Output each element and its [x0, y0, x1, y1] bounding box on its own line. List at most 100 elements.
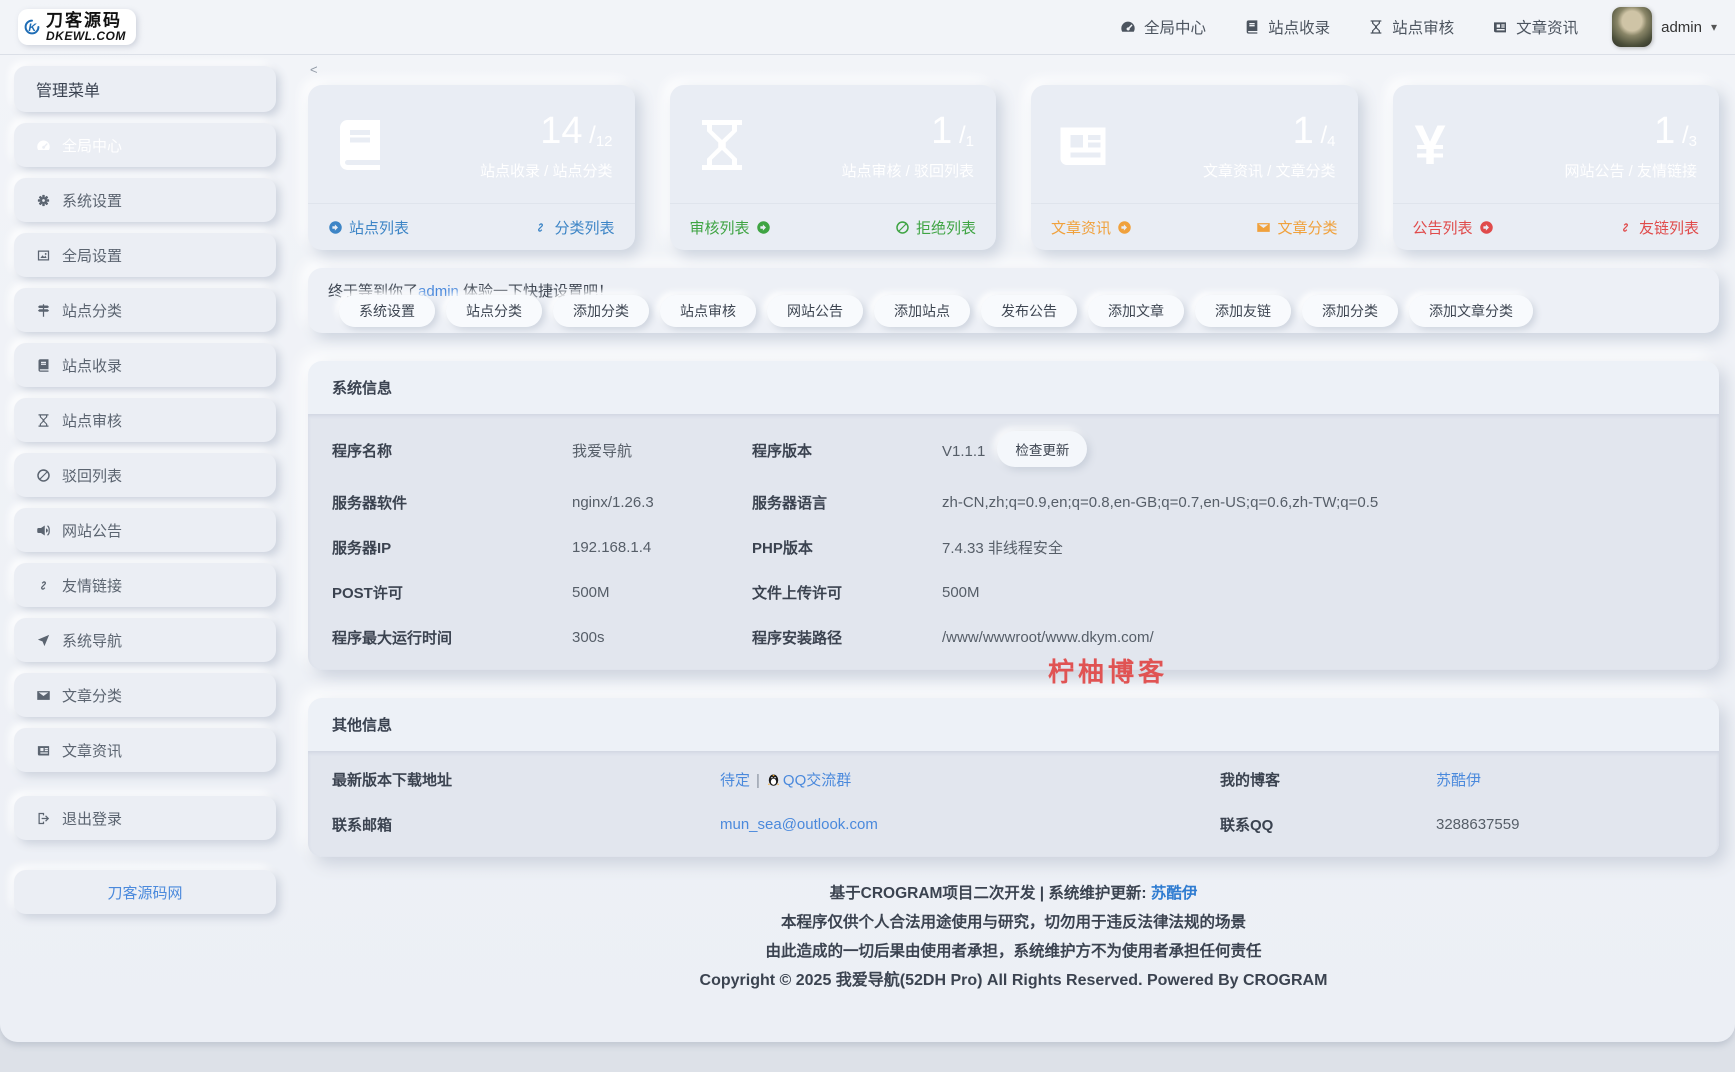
- sidebar-item-label: 文章资讯: [62, 740, 122, 761]
- system-info-row: 程序最大运行时间300s程序安装路径/www/wwwroot/www.dkym.…: [332, 615, 1695, 660]
- quick-button-11[interactable]: 添加文章分类: [1409, 295, 1533, 327]
- sidebar-item-article-news[interactable]: 文章资讯: [14, 728, 276, 772]
- link-icon: [1618, 220, 1633, 235]
- link-icon: [533, 220, 548, 235]
- info-label: PHP版本: [752, 537, 942, 558]
- quick-button-3[interactable]: 添加分类: [553, 295, 649, 327]
- info-value: 苏酷伊: [1436, 769, 1695, 790]
- sidebar-item-logout[interactable]: 退出登录: [14, 796, 276, 840]
- card-link-label: 公告列表: [1413, 217, 1473, 238]
- user-menu[interactable]: admin ▾: [1612, 7, 1717, 47]
- quick-button-10[interactable]: 添加分类: [1302, 295, 1398, 327]
- info-link[interactable]: 待定: [720, 772, 750, 789]
- quick-button-7[interactable]: 发布公告: [981, 295, 1077, 327]
- sidebar-item-site-review[interactable]: 站点审核: [14, 398, 276, 442]
- info-label: 联系邮箱: [332, 814, 720, 835]
- penguin-icon: [766, 772, 781, 787]
- bullhorn-icon: [36, 523, 51, 538]
- book-icon: [1244, 19, 1260, 35]
- sidebar-item-system-settings[interactable]: 系统设置: [14, 178, 276, 222]
- card-link-reject-list[interactable]: 拒绝列表: [895, 217, 976, 238]
- sidebar-item-label: 全局中心: [62, 135, 122, 156]
- nav-item-global-center[interactable]: 全局中心: [1120, 16, 1206, 38]
- hourglass-icon: [692, 115, 752, 175]
- dashboard-icon: [1120, 19, 1136, 35]
- other-info-title: 其他信息: [308, 698, 1719, 751]
- card-link-announcement-list[interactable]: 公告列表: [1413, 217, 1494, 238]
- quick-button-4[interactable]: 站点审核: [660, 295, 756, 327]
- stat-card-footer: 站点列表 分类列表: [308, 203, 635, 250]
- stat-card-body: 1 /1站点审核 / 驳回列表: [670, 85, 997, 203]
- brand-logo[interactable]: K 刀客源码 DKEWL.COM: [18, 9, 136, 45]
- stat-card-review-list: 1 /1站点审核 / 驳回列表审核列表 拒绝列表: [670, 85, 997, 250]
- nav-item-label: 文章资讯: [1516, 16, 1578, 38]
- stat-card-numbers: 1 /1站点审核 / 驳回列表: [841, 110, 974, 181]
- info-link[interactable]: 苏酷伊: [1436, 772, 1481, 789]
- main-content: < 14 /12站点收录 / 站点分类站点列表分类列表1 /1站点审核 / 驳回…: [308, 60, 1719, 995]
- stat-card-numbers: 1 /4文章资讯 / 文章分类: [1203, 110, 1336, 181]
- sidebar-item-site-announcement[interactable]: 网站公告: [14, 508, 276, 552]
- card-link-label: 审核列表: [690, 217, 750, 238]
- sidebar-item-site-collection[interactable]: 站点收录: [14, 343, 276, 387]
- stat-card-announcement-list: ¥1 /3网站公告 / 友情链接公告列表友链列表: [1393, 85, 1720, 250]
- sidebar-item-label: 全局设置: [62, 245, 122, 266]
- footer-note: 基于CROGRAM项目二次开发 | 系统维护更新: 苏酷伊 本程序仅供个人合法用…: [308, 879, 1719, 995]
- nav-item-site-review[interactable]: 站点审核: [1368, 16, 1454, 38]
- system-info-card: 系统信息 程序名称我爱导航程序版本V1.1.1检查更新服务器软件nginx/1.…: [308, 361, 1719, 670]
- card-link-site-list[interactable]: 站点列表: [328, 217, 409, 238]
- quick-button-9[interactable]: 添加友链: [1195, 295, 1291, 327]
- sidebar-item-label: 站点收录: [62, 355, 122, 376]
- sidebar-item-label: 站点分类: [62, 300, 122, 321]
- quick-button-8[interactable]: 添加文章: [1088, 295, 1184, 327]
- footer-maintainer-link[interactable]: 苏酷伊: [1151, 885, 1198, 902]
- check-update-button[interactable]: 检查更新: [997, 431, 1087, 467]
- ban-icon: [895, 220, 910, 235]
- sidebar-site-link[interactable]: 刀客源码网: [14, 870, 276, 914]
- quick-button-5[interactable]: 网站公告: [767, 295, 863, 327]
- card-link-review-list[interactable]: 审核列表: [690, 217, 771, 238]
- stat-card-label: 站点收录 / 站点分类: [480, 160, 613, 181]
- arrow-circle-icon: [1479, 220, 1494, 235]
- dashboard-icon: [36, 138, 51, 153]
- sidebar-item-label: 网站公告: [62, 520, 122, 541]
- envelope-icon: [36, 688, 51, 703]
- card-link-category-list[interactable]: 分类列表: [533, 217, 614, 238]
- sidebar-item-article-category[interactable]: 文章分类: [14, 673, 276, 717]
- sidebar-collapse-toggle[interactable]: <: [310, 62, 322, 77]
- system-info-row: 程序名称我爱导航程序版本V1.1.1检查更新: [332, 420, 1695, 480]
- info-value: /www/wwwroot/www.dkym.com/: [942, 629, 1695, 646]
- book-icon: [36, 358, 51, 373]
- hourglass-icon: [36, 413, 51, 428]
- stat-card-numbers: 1 /3网站公告 / 友情链接: [1564, 110, 1697, 181]
- card-link-label: 拒绝列表: [916, 217, 976, 238]
- info-label: 服务器软件: [332, 492, 572, 513]
- nav-item-site-collection[interactable]: 站点收录: [1244, 16, 1330, 38]
- info-value: 500M: [572, 584, 752, 601]
- info-value: nginx/1.26.3: [572, 494, 752, 511]
- quick-button-6[interactable]: 添加站点: [874, 295, 970, 327]
- card-link-label: 友链列表: [1639, 217, 1699, 238]
- sidebar-item-global-center[interactable]: 全局中心: [14, 123, 276, 167]
- sidebar-item-reject-list[interactable]: 驳回列表: [14, 453, 276, 497]
- footer-copyright: Copyright © 2025 我爱导航(52DH Pro) All Righ…: [308, 966, 1719, 995]
- quick-button-2[interactable]: 站点分类: [446, 295, 542, 327]
- user-avatar[interactable]: [1612, 7, 1652, 47]
- info-label: 程序名称: [332, 440, 572, 461]
- sidebar-item-global-config[interactable]: 全局设置: [14, 233, 276, 277]
- sidebar-item-system-nav[interactable]: 系统导航: [14, 618, 276, 662]
- info-link[interactable]: QQ交流群: [783, 772, 851, 789]
- sidebar-item-site-category[interactable]: 站点分类: [14, 288, 276, 332]
- info-label: 服务器语言: [752, 492, 942, 513]
- nav-item-article-news[interactable]: 文章资讯: [1492, 16, 1578, 38]
- sidebar-title: 管理菜单: [14, 66, 276, 112]
- sidebar-item-friend-links[interactable]: 友情链接: [14, 563, 276, 607]
- card-link-article-category[interactable]: 文章分类: [1256, 217, 1337, 238]
- sidebar: 管理菜单 全局中心系统设置全局设置站点分类站点收录站点审核驳回列表网站公告友情链…: [14, 66, 276, 925]
- card-link-friendlink-list[interactable]: 友链列表: [1618, 217, 1699, 238]
- card-link-article-news[interactable]: 文章资讯: [1051, 217, 1132, 238]
- quick-button-1[interactable]: 系统设置: [339, 295, 435, 327]
- brand-k-icon: K: [24, 19, 40, 35]
- navbar-menu: 全局中心 站点收录 站点审核 文章资讯: [1120, 16, 1578, 38]
- stat-card-label: 网站公告 / 友情链接: [1564, 160, 1697, 181]
- info-link[interactable]: mun_sea@outlook.com: [720, 816, 878, 833]
